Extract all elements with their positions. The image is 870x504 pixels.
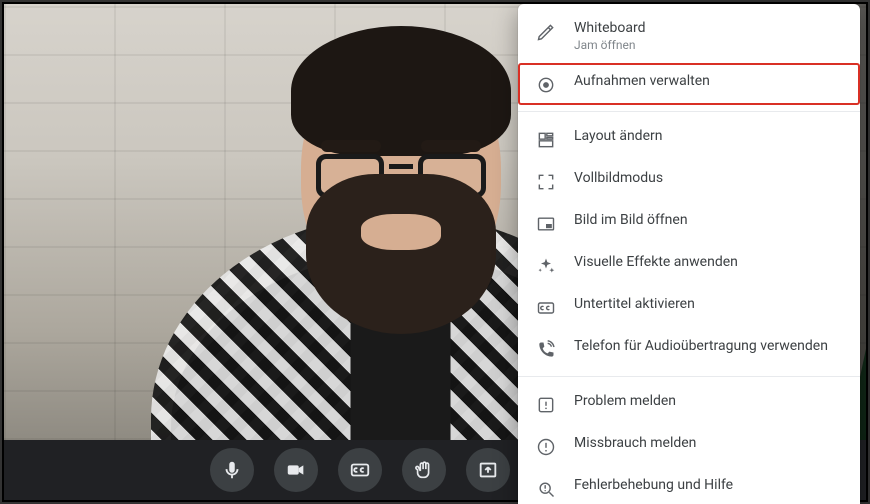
pencil-icon — [536, 22, 556, 42]
fullscreen-icon — [536, 172, 556, 192]
menu-item-label: Missbrauch melden — [574, 435, 696, 453]
app-frame: Whiteboard Jam öffnen Aufnahmen verwalte… — [0, 0, 870, 504]
captions-icon — [536, 298, 556, 318]
menu-item-label: Visuelle Effekte anwenden — [574, 254, 738, 272]
menu-item-sublabel: Jam öffnen — [574, 38, 646, 53]
menu-item-label: Problem melden — [574, 393, 676, 411]
layout-icon — [536, 130, 556, 150]
record-icon — [536, 75, 556, 95]
menu-item-manage-recordings[interactable]: Aufnahmen verwalten — [518, 63, 860, 105]
menu-item-label: Aufnahmen verwalten — [574, 73, 710, 91]
mic-button[interactable] — [210, 448, 254, 492]
report-abuse-icon — [536, 437, 556, 457]
menu-item-label: Bild im Bild öffnen — [574, 212, 688, 230]
menu-item-captions[interactable]: Untertitel aktivieren — [518, 286, 860, 328]
menu-item-whiteboard[interactable]: Whiteboard Jam öffnen — [518, 10, 860, 63]
menu-item-report-abuse[interactable]: Missbrauch melden — [518, 425, 860, 467]
raise-hand-button[interactable] — [402, 448, 446, 492]
menu-item-report-problem[interactable]: Problem melden — [518, 383, 860, 425]
report-problem-icon — [536, 395, 556, 415]
menu-item-pip[interactable]: Bild im Bild öffnen — [518, 202, 860, 244]
pip-icon — [536, 214, 556, 234]
menu-item-change-layout[interactable]: Layout ändern — [518, 118, 860, 160]
troubleshoot-icon — [536, 479, 556, 499]
more-options-menu: Whiteboard Jam öffnen Aufnahmen verwalte… — [518, 4, 860, 504]
menu-separator — [518, 376, 860, 377]
menu-item-label: Untertitel aktivieren — [574, 296, 695, 314]
camera-button[interactable] — [274, 448, 318, 492]
menu-item-label: Whiteboard — [574, 20, 646, 38]
menu-item-label: Fehlerbehebung und Hilfe — [574, 477, 733, 495]
present-button[interactable] — [466, 448, 510, 492]
menu-separator — [518, 111, 860, 112]
menu-item-phone-audio[interactable]: Telefon für Audioübertragung verwenden — [518, 328, 860, 370]
menu-item-label: Layout ändern — [574, 128, 662, 146]
captions-button[interactable] — [338, 448, 382, 492]
menu-item-fullscreen[interactable]: Vollbildmodus — [518, 160, 860, 202]
menu-item-label: Telefon für Audioübertragung verwenden — [574, 338, 828, 356]
menu-item-troubleshoot[interactable]: Fehlerbehebung und Hilfe — [518, 467, 860, 504]
phone-audio-icon — [536, 340, 556, 360]
menu-item-label: Vollbildmodus — [574, 170, 663, 188]
menu-item-visual-effects[interactable]: Visuelle Effekte anwenden — [518, 244, 860, 286]
sparkle-icon — [536, 256, 556, 276]
